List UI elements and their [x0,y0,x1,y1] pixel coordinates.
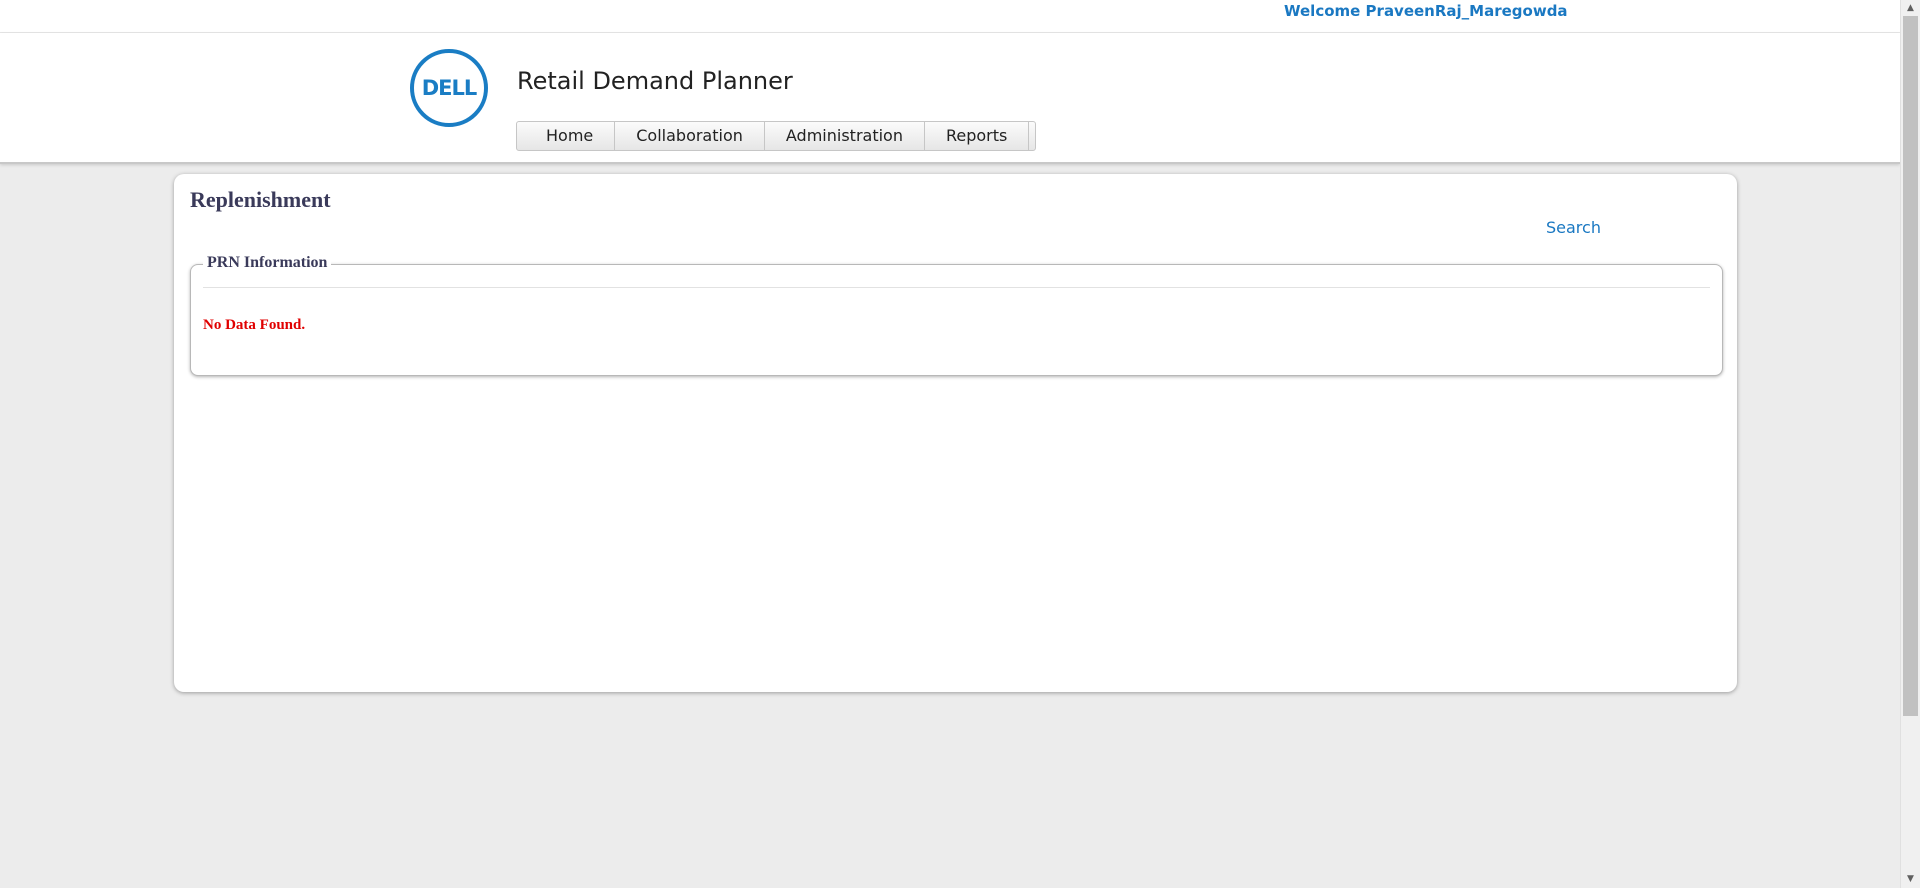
vertical-scrollbar[interactable]: ▲ ▼ [1900,0,1920,888]
app-title: Retail Demand Planner [517,67,793,95]
prn-information-legend: PRN Information [203,254,332,272]
search-link[interactable]: Search [1546,218,1601,237]
scrollbar-thumb[interactable] [1903,16,1918,716]
scroll-down-arrow-icon[interactable]: ▼ [1901,872,1920,886]
page-title: Replenishment [190,187,331,212]
main-nav: Home Collaboration Administration Report… [516,121,1037,151]
nav-reports[interactable]: Reports [925,122,1030,150]
top-strip: Welcome PraveenRaj_Maregowda [0,0,1900,33]
app-header: DELL Retail Demand Planner Home Collabor… [0,33,1900,164]
nav-administration[interactable]: Administration [765,122,925,150]
no-data-message: No Data Found. [203,317,306,333]
dell-logo-text: DELL [421,76,478,100]
replenishment-panel: Replenishment Search PRN Information No … [174,174,1737,692]
scroll-up-arrow-icon[interactable]: ▲ [1901,1,1920,15]
dell-logo[interactable]: DELL [410,49,488,127]
section-divider [203,287,1710,288]
page: Welcome PraveenRaj_Maregowda DELL Retail… [0,0,1920,888]
welcome-user-text: Welcome PraveenRaj_Maregowda [1284,2,1568,20]
nav-collaboration[interactable]: Collaboration [615,122,765,150]
prn-information-section: PRN Information No Data Found. [190,254,1723,376]
nav-home[interactable]: Home [525,122,616,150]
